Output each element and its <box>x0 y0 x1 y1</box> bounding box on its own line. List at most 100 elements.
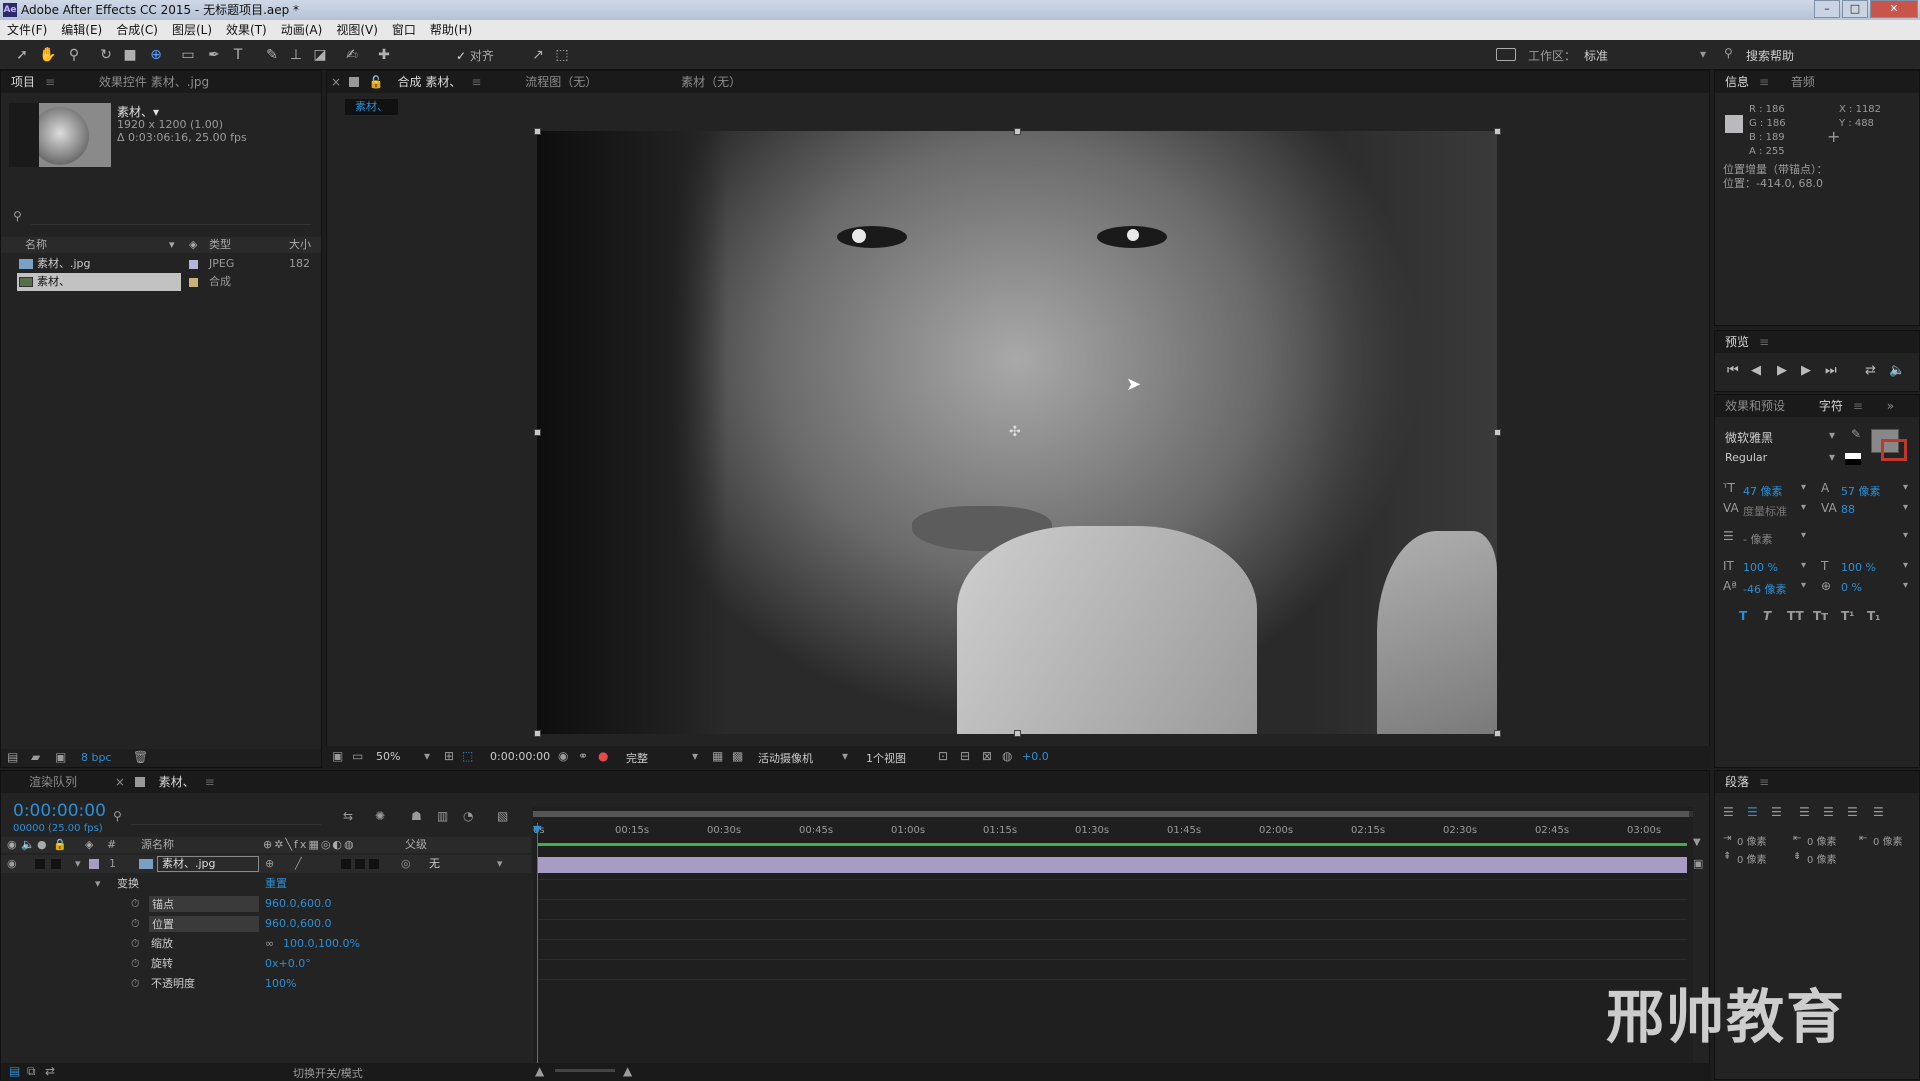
pen-tool-icon[interactable]: ✒ <box>204 45 224 65</box>
constrain-proportions-icon[interactable]: ∞ <box>265 935 274 953</box>
timeline-search-icon[interactable]: ⚲ <box>113 809 122 823</box>
snap-checkbox[interactable]: ✓ 对齐 <box>456 47 494 64</box>
col-source-name[interactable]: 源名称 <box>141 837 174 853</box>
flowchart-icon[interactable]: ⊠ <box>982 749 992 763</box>
tab-info[interactable]: 信息 <box>1715 71 1759 93</box>
layer-name[interactable]: 素材、.jpg <box>157 856 259 872</box>
loop-icon[interactable]: ⇄ <box>1865 363 1876 378</box>
indent-right-value[interactable]: 0 像素 <box>1873 833 1903 848</box>
viewer-timecode[interactable]: 0:00:00:00 <box>490 750 550 763</box>
menu-composition[interactable]: 合成(C) <box>109 20 165 40</box>
workspace-value[interactable]: 标准 <box>1584 47 1608 64</box>
safe-margins-icon[interactable]: ⊞ <box>444 749 454 763</box>
time-ruler[interactable]: 0s 00:15s 00:30s 00:45s 01:00s 01:15s 01… <box>533 823 1693 843</box>
transform-reset[interactable]: 重置 <box>265 875 287 893</box>
channel-icon[interactable]: ● <box>598 749 608 763</box>
menu-file[interactable]: 文件(F) <box>0 20 54 40</box>
align-right-icon[interactable]: ☰ <box>1771 805 1783 819</box>
property-value[interactable]: 100.0,100.0% <box>283 935 360 953</box>
comp-button-icon[interactable]: ▣ <box>1693 857 1703 870</box>
property-row[interactable]: ⏱ 位置 960.0,600.0 <box>1 915 531 933</box>
space-after-value[interactable]: 0 像素 <box>1807 851 1837 866</box>
property-row[interactable]: ⏱ 不透明度 100% <box>1 975 531 993</box>
list-item[interactable]: 素材、 合成 <box>1 273 321 291</box>
stopwatch-icon[interactable]: ⏱ <box>131 915 140 933</box>
parent-select[interactable]: 无 <box>429 855 440 873</box>
selection-tool-icon[interactable]: ➚ <box>12 45 32 65</box>
all-caps-button[interactable]: TT <box>1787 609 1804 623</box>
menu-view[interactable]: 视图(V) <box>329 20 385 40</box>
draft-3d-icon[interactable]: ✺ <box>375 809 385 823</box>
tab-paragraph[interactable]: 段落 <box>1715 771 1759 793</box>
text-tool-icon[interactable]: T <box>228 45 248 65</box>
transform-handle[interactable] <box>534 730 541 737</box>
interpret-footage-icon[interactable]: ▤ <box>7 750 18 764</box>
stopwatch-icon[interactable]: ⏱ <box>131 955 140 973</box>
transparency-grid-icon[interactable]: ▩ <box>732 749 743 763</box>
layer-switches-icon[interactable]: ▤ <box>9 1064 20 1078</box>
playhead[interactable] <box>537 823 538 1065</box>
transform-handle[interactable] <box>1494 730 1501 737</box>
tab-footage[interactable]: 素材（无） <box>671 71 751 93</box>
tab-flowchart[interactable]: 流程图（无） <box>515 71 607 93</box>
toggle-switches-modes[interactable]: 切换开关/模式 <box>293 1065 363 1081</box>
maximize-button[interactable]: □ <box>1842 0 1868 18</box>
3d-toggle[interactable] <box>369 859 379 869</box>
menu-effect[interactable]: 效果(T) <box>219 20 274 40</box>
col-parent[interactable]: 父级 <box>405 837 427 853</box>
puppet-pin-tool-icon[interactable]: ✚ <box>374 45 394 65</box>
tab-render-queue[interactable]: 渲染队列 <box>19 771 87 793</box>
project-search-icon[interactable]: ⚲ <box>13 209 22 223</box>
label-col-icon[interactable]: ◈ <box>189 237 197 253</box>
last-frame-icon[interactable]: ⏭ <box>1825 363 1837 378</box>
effect-toggle[interactable] <box>341 859 351 869</box>
indent-left-value[interactable]: 0 像素 <box>1737 833 1767 848</box>
brush-tool-icon[interactable]: ✎ <box>262 45 282 65</box>
quality-switch-icon[interactable]: ╱ <box>295 855 302 873</box>
new-folder-icon[interactable]: ▰ <box>31 750 40 764</box>
playhead-handle-icon[interactable]: ▼ <box>533 823 541 836</box>
tab-character[interactable]: 字符 <box>1809 395 1853 417</box>
label-col-icon[interactable]: ◈ <box>85 837 93 853</box>
zoom-slider[interactable] <box>555 1069 615 1072</box>
align-center-icon[interactable]: ☰ <box>1747 805 1759 819</box>
leading-dropdown-icon[interactable]: ▾ <box>1903 482 1908 493</box>
property-value[interactable]: 960.0,600.0 <box>265 915 331 933</box>
new-comp-icon[interactable]: ▣ <box>55 750 66 764</box>
close-tab-icon[interactable]: × <box>327 71 345 93</box>
font-size-value[interactable]: 47 像素 <box>1743 483 1783 499</box>
close-tab-icon[interactable]: × <box>115 775 125 789</box>
superscript-button[interactable]: T¹ <box>1841 609 1854 623</box>
parent-pickwhip-icon[interactable]: ◎ <box>401 855 411 873</box>
audio-toggle[interactable] <box>35 859 45 869</box>
property-value[interactable]: 0x+0.0° <box>265 955 311 973</box>
anchor-point-icon[interactable]: ✣ <box>1009 424 1021 440</box>
stroke-dropdown-icon[interactable]: ▾ <box>1801 530 1806 541</box>
stopwatch-icon[interactable]: ⏱ <box>131 895 140 913</box>
kerning-dropdown-icon[interactable]: ▾ <box>1801 502 1806 513</box>
lock-switch-icon[interactable]: 🔒 <box>53 837 67 853</box>
stroke-color-swatch[interactable] <box>1881 439 1907 461</box>
zoom-tool-icon[interactable]: ⚲ <box>64 45 84 65</box>
minimize-button[interactable]: – <box>1814 0 1840 18</box>
zoom-dropdown-icon[interactable]: ▾ <box>424 749 430 763</box>
comp-breadcrumb[interactable]: 素材、 <box>345 99 398 115</box>
stopwatch-icon[interactable]: ⏱ <box>131 935 140 953</box>
horizontal-scale-value[interactable]: 100 % <box>1841 561 1876 574</box>
layer-duration-bar[interactable] <box>537 857 1687 873</box>
faux-bold-button[interactable]: T <box>1739 609 1747 623</box>
eraser-tool-icon[interactable]: ◪ <box>310 45 330 65</box>
expand-transform-icon[interactable]: ▾ <box>95 875 101 893</box>
zoom-in-icon[interactable]: ▲ <box>623 1064 632 1078</box>
justify-left-icon[interactable]: ☰ <box>1799 805 1811 819</box>
close-button[interactable]: ✕ <box>1870 0 1918 18</box>
clone-stamp-tool-icon[interactable]: ⊥ <box>286 45 306 65</box>
solo-toggle[interactable] <box>51 859 61 869</box>
audio-switch-icon[interactable]: 🔈 <box>21 837 35 853</box>
layer-row[interactable]: ◉ ▾ 1 素材、.jpg ⊕ ╱ ◎ 无 ▾ <box>1 855 531 873</box>
hscale-dropdown-icon[interactable]: ▾ <box>1903 560 1908 571</box>
toggle-pixel-icon[interactable]: ⊡ <box>938 749 948 763</box>
layer-label-swatch[interactable] <box>89 859 99 869</box>
timeline-icon[interactable]: ⊟ <box>960 749 970 763</box>
current-timecode[interactable]: 0:00:00:00 <box>13 801 106 821</box>
